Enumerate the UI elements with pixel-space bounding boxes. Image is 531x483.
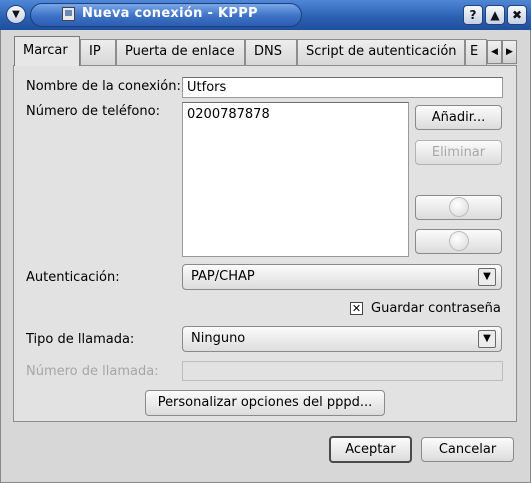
tab-puerta-de-enlace[interactable]: Puerta de enlace xyxy=(116,39,245,65)
phone-number-label: Número de teléfono: xyxy=(26,104,160,119)
authentication-select[interactable]: PAP/CHAP xyxy=(182,264,502,290)
call-type-select-value: Ninguno xyxy=(191,331,246,346)
save-password-checkbox[interactable]: ✕ xyxy=(350,302,363,315)
tab-label: Marcar xyxy=(23,43,68,58)
chevron-left-icon: ◀ xyxy=(491,47,498,57)
tab-label: IP xyxy=(89,44,101,59)
arrow-up-icon xyxy=(449,197,469,217)
add-button[interactable]: Añadir... xyxy=(415,105,502,130)
chevron-down-icon: ▼ xyxy=(12,9,20,20)
cancel-button[interactable]: Cancelar xyxy=(421,437,514,462)
tab-dns[interactable]: DNS xyxy=(245,39,297,65)
tab-scroll-left-button[interactable]: ◀ xyxy=(487,40,502,64)
arrow-down-icon xyxy=(449,231,469,251)
remove-button[interactable]: Eliminar xyxy=(415,140,502,165)
help-button[interactable]: ? xyxy=(463,5,483,25)
window-menu-button[interactable]: ▼ xyxy=(6,5,26,24)
help-icon: ? xyxy=(469,8,477,22)
customize-pppd-button[interactable]: Personalizar opciones del pppd... xyxy=(145,390,385,416)
connection-name-input[interactable]: Utfors xyxy=(182,77,503,98)
call-type-label: Tipo de llamada: xyxy=(26,332,135,347)
dropdown-arrow-icon: ▼ xyxy=(478,330,496,348)
tab-marcar[interactable]: Marcar xyxy=(14,36,80,66)
tab-ip[interactable]: IP xyxy=(80,39,116,65)
authentication-select-value: PAP/CHAP xyxy=(191,269,255,284)
authentication-label: Autenticación: xyxy=(26,270,120,285)
tab-label: Puerta de enlace xyxy=(125,44,235,59)
chevron-right-icon: ▶ xyxy=(506,47,513,57)
phone-number-item[interactable]: 0200787878 xyxy=(187,105,404,122)
call-number-input[interactable] xyxy=(182,361,503,381)
call-number-label: Número de llamada: xyxy=(26,364,159,379)
tab-scroll-right-button[interactable]: ▶ xyxy=(502,40,517,64)
maximize-button[interactable]: ▲ xyxy=(485,5,505,25)
save-password-label: Guardar contraseña xyxy=(371,301,501,316)
accept-button[interactable]: Aceptar xyxy=(329,436,412,463)
window-title: Nueva conexión - KPPP xyxy=(82,6,258,21)
connection-name-label: Nombre de la conexión: xyxy=(26,79,181,94)
tab-label: Script de autenticación xyxy=(306,44,457,59)
call-type-select[interactable]: Ninguno xyxy=(182,326,502,352)
tab-label: E xyxy=(470,44,479,59)
maximize-icon: ▲ xyxy=(490,8,500,22)
phone-number-list[interactable]: 0200787878 xyxy=(182,102,409,257)
tab-label: DNS xyxy=(254,44,282,59)
close-button[interactable]: ✖ xyxy=(507,5,527,25)
close-icon: ✖ xyxy=(511,8,523,22)
dropdown-arrow-icon: ▼ xyxy=(478,268,496,286)
tab-e-truncated[interactable]: E xyxy=(465,39,487,65)
tab-script-de-autenticacion[interactable]: Script de autenticación xyxy=(297,39,465,65)
kppp-app-icon xyxy=(62,7,75,21)
